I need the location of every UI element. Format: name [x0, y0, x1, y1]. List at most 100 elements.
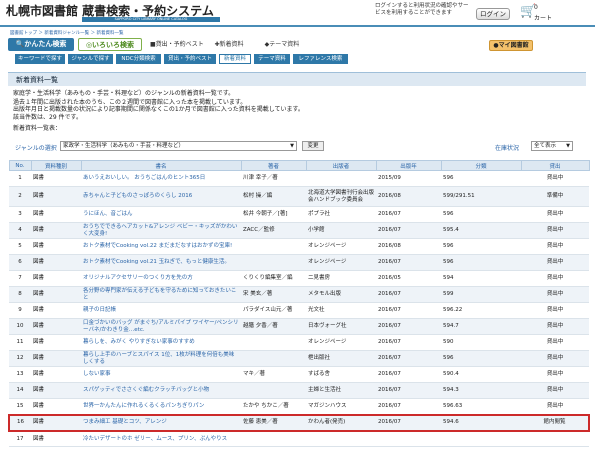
row-no: 13	[9, 366, 31, 383]
row-publisher	[306, 170, 376, 187]
row-class: 594.6	[441, 413, 521, 432]
row-author: パラダイス山元／著	[241, 302, 306, 319]
row-title[interactable]: おトク素材でCooking vol.22 まだまだなすはおかずの宝庫!	[81, 238, 241, 255]
row-title[interactable]: スパゲッティでささくぐ編むクラッチバッグと小物	[81, 382, 241, 399]
row-author	[241, 254, 306, 271]
row-status	[521, 430, 589, 447]
row-year: 2016/07	[376, 206, 441, 223]
row-type: 図書	[31, 318, 81, 335]
row-no: 15	[9, 398, 31, 415]
col-publisher[interactable]: 出版者	[305, 160, 377, 171]
row-no: 1	[9, 170, 31, 187]
row-class: 599/291.51	[441, 186, 521, 207]
table-row: 13 図書 しない家事 マキ／著 すばる舎 2016/07 590.4 貸出中	[9, 366, 589, 383]
subnav-theme[interactable]: テーマ資料	[254, 54, 290, 64]
row-no: 8	[9, 286, 31, 303]
tab-various-search[interactable]: ◎いろいろ検索	[78, 38, 142, 51]
subnav-lend-best[interactable]: 貸出・予約ベスト	[164, 54, 216, 64]
change-button[interactable]: 変更	[302, 141, 324, 151]
row-publisher: オレンジページ	[306, 254, 376, 271]
login-message: ログインすると利用状況の確認やサービスを利用することができます	[375, 3, 469, 16]
row-no: 7	[9, 270, 31, 287]
row-title[interactable]: 世界一かんたんに作れるくるくるパンちぎりパン	[81, 398, 241, 415]
row-author	[241, 382, 306, 399]
table-row: 15 図書 世界一かんたんに作れるくるくるパンちぎりパン たかや ちかこ／著 マガジンハ…	[9, 398, 589, 415]
row-title[interactable]: おうちでできるヘアカット&アレンジ ベビー・キッズがかわいく大変身!	[81, 222, 241, 239]
row-status: 貸出中	[521, 222, 589, 239]
table-row: 1 図書 あいうえおいしい。 おうちごはんのヒント365日 川津 幸子／著 2015/0…	[9, 170, 589, 187]
row-title[interactable]: つまみ細工 基礎とコツ、アレンジ	[81, 413, 241, 432]
row-title[interactable]: 各分野の専門家が伝える子どもを守るために知っておきたいこと	[81, 286, 241, 303]
row-class: 596	[441, 350, 521, 367]
row-year: 2016/07	[376, 334, 441, 351]
row-class: 594.7	[441, 318, 521, 335]
subnav-reference[interactable]: レファレンス検索	[293, 54, 348, 64]
row-status: 貸出中	[521, 302, 589, 319]
tab-new-items[interactable]: ✚新着資料	[206, 38, 252, 51]
site-header: 札幌市図書館 蔵書検索・予約システム SAPPORO CITY LIBRARY …	[0, 0, 595, 27]
row-publisher	[306, 430, 376, 447]
row-title[interactable]: 冷たいデザートのホ ゼリー、ムース、プリン、ぷんやりス	[81, 430, 241, 447]
table-row: 5 図書 おトク素材でCooking vol.22 まだまだなすはおかずの宝庫! オレ…	[9, 238, 589, 255]
subnav-ndc[interactable]: NDC分類検索	[116, 54, 161, 64]
row-year	[376, 430, 441, 447]
breadcrumb[interactable]: 図書館トップ ＞ 新着資料ジャンル一覧 ＞ 新着資料一覧	[10, 30, 124, 36]
col-status[interactable]: 貸出	[520, 160, 590, 171]
genre-selector-row: ジャンルの選択 家政学・生活科学（あみもの・手芸・料理など） ▼ 変更 在庫状況 …	[15, 141, 575, 152]
my-library-button[interactable]: ●マイ図書館	[489, 40, 533, 51]
col-class[interactable]: 分類	[440, 160, 522, 171]
row-year: 2016/07	[376, 382, 441, 399]
row-title[interactable]: オリジナルアクセサリーのつくり方を先の方	[81, 270, 241, 287]
row-status: 貸出中	[521, 398, 589, 415]
row-publisher: ポプラ社	[306, 206, 376, 223]
col-author[interactable]: 著者	[240, 160, 307, 171]
tab-simple-search[interactable]: 🔍かんたん検索	[8, 38, 74, 51]
row-class: 596	[441, 238, 521, 255]
row-title[interactable]: 暮らしを、みがく やりすぎない家事のすすめ	[81, 334, 241, 351]
tab-lend-best[interactable]: ■貸出・予約ベスト	[150, 38, 204, 51]
row-author: 松井 今朝子／[著]	[241, 206, 306, 223]
table-row: 12 図書 暮らし上手のハーブとスパイス 1位、1枚が料理を何倍も美味しくする 枻出版…	[9, 350, 589, 367]
row-no: 11	[9, 334, 31, 351]
table-row: 16 図書 つまみ細工 基礎とコツ、アレンジ 佐藤 恵美／著 かわん者(発売) 2016/…	[8, 413, 590, 432]
row-publisher: 日本ヴォーグ社	[306, 318, 376, 335]
row-author: 佐藤 恵美／著	[241, 413, 306, 432]
col-no[interactable]: No.	[8, 160, 32, 171]
site-logo-subtitle: SAPPORO CITY LIBRARY ONLINE CATALOG	[82, 17, 220, 22]
subnav-genre[interactable]: ジャンルで探す	[68, 54, 113, 64]
col-title[interactable]: 書名	[80, 160, 242, 171]
cart-label: カート	[534, 15, 553, 22]
row-title[interactable]: 暮らし上手のハーブとスパイス 1位、1枚が料理を何倍も美味しくする	[81, 350, 241, 367]
row-type: 図書	[31, 206, 81, 223]
genre-select[interactable]: 家政学・生活科学（あみもの・手芸・料理など） ▼	[60, 141, 297, 151]
row-title[interactable]: 赤ちゃんと子どものさっぽろのくらし 2016	[81, 186, 241, 207]
row-title[interactable]: しない家事	[81, 366, 241, 383]
col-type[interactable]: 資料種別	[30, 160, 82, 171]
row-title[interactable]: 口金づかいのバッグ がまぐち/アルミパイプ ワイヤー/ペンシリーバネ/かわきり金…	[81, 318, 241, 335]
col-year[interactable]: 出版年	[375, 160, 442, 171]
row-title[interactable]: あいうえおいしい。 おうちごはんのヒント365日	[81, 170, 241, 187]
row-title[interactable]: 親子の日記帳	[81, 302, 241, 319]
status-select[interactable]: 全て表示 ▼	[531, 141, 573, 151]
row-year: 2016/08	[376, 186, 441, 207]
login-button[interactable]: ログイン	[476, 8, 510, 20]
row-type: 図書	[31, 170, 81, 187]
row-publisher: 主婦と生活社	[306, 382, 376, 399]
row-status: 貸出中	[521, 350, 589, 367]
row-class: 595.4	[441, 222, 521, 239]
row-year: 2016/08	[376, 238, 441, 255]
cart-link[interactable]: 🛒 0 カート	[520, 4, 556, 22]
row-author	[241, 238, 306, 255]
row-title[interactable]: おトク素材でCooking vol.21 玉ねぎで、もっと健康生活。	[81, 254, 241, 271]
tab-theme[interactable]: ◆テーマ資料	[258, 38, 306, 51]
subnav-keyword[interactable]: キーワードで探す	[15, 54, 65, 64]
row-type: 図書	[31, 398, 81, 415]
row-class: 596	[441, 170, 521, 187]
row-year: 2016/07	[376, 286, 441, 303]
page-title: 新着資料一覧	[8, 72, 586, 86]
row-type: 図書	[31, 186, 81, 207]
table-row: 6 図書 おトク素材でCooking vol.21 玉ねぎで、もっと健康生活。 オレン…	[9, 254, 589, 271]
row-title[interactable]: うにほん、音ごはん	[81, 206, 241, 223]
row-class	[441, 430, 521, 447]
subnav-new-items[interactable]: 新着資料	[219, 54, 251, 64]
